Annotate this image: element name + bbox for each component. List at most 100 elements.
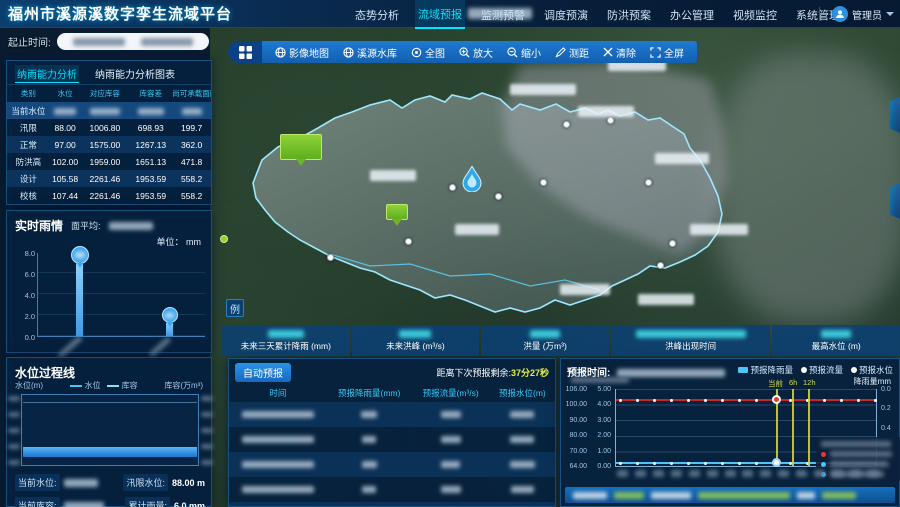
globe-icon — [275, 47, 286, 58]
station-marker[interactable] — [449, 184, 456, 191]
station-marker[interactable] — [607, 117, 614, 124]
table-row — [229, 452, 555, 477]
stat-card-max-level[interactable]: 最高水位 (m) — [772, 325, 900, 356]
pencil-icon — [555, 47, 566, 58]
station-marker[interactable] — [495, 193, 502, 200]
area-average-label: 面平均: — [71, 219, 101, 232]
stat-value-blur — [636, 330, 746, 338]
y-tick: 80.00 — [563, 432, 587, 439]
capacity-header-row: 类别 水位 对应库容 库容差 尚可承载面雨量 — [7, 85, 211, 102]
y-right-axis-label: 库容(万m³) — [164, 380, 203, 391]
full-extent-button[interactable]: 全图 — [404, 45, 452, 60]
table-row-current: 当前水位 — [7, 102, 211, 119]
forecast-status-bar — [565, 487, 895, 503]
chevron-down-icon — [886, 12, 894, 16]
globe-icon — [343, 47, 354, 58]
close-icon — [603, 47, 613, 57]
tab-capacity-chart[interactable]: 纳雨能力分析图表 — [93, 65, 177, 82]
map-toolbar: 影像地图 溪源水库 全图 放大 缩小 测距 — [228, 41, 697, 63]
nav-item-office[interactable]: 办公管理 — [667, 1, 717, 28]
area-average-value-blur — [109, 222, 153, 230]
rain-bar-2[interactable] — [166, 322, 173, 336]
stat-card-rain3d[interactable]: 未来三天累计降雨 (mm) — [222, 325, 350, 356]
water-level-process-panel: 水位过程线 水位(m) 水位 库容 库容(万m³) 当前水位: 汛限水位:88.… — [6, 357, 212, 507]
stat-card-flood-volume[interactable]: 洪量 (万m³) — [481, 325, 609, 356]
station-marker[interactable] — [540, 179, 547, 186]
apps-grid-icon[interactable] — [228, 41, 262, 63]
green-callout-marker[interactable] — [386, 204, 408, 220]
table-row — [229, 402, 555, 427]
capacity-table: 类别 水位 对应库容 库容差 尚可承载面雨量 当前水位 汛限 88.00 100… — [7, 85, 211, 204]
time-filter-label: 起止时间: — [8, 34, 51, 49]
measure-button[interactable]: 测距 — [548, 45, 596, 60]
user-menu[interactable]: 管理员 — [819, 0, 894, 28]
start-date-blur — [73, 38, 125, 46]
forecast-chart-panel: 预报时间: 预报降雨量 预报流量 预报水位 降雨量mm 106.00 100.0… — [560, 358, 900, 507]
station-marker[interactable] — [657, 262, 664, 269]
reservoir-drop-marker[interactable] — [462, 166, 482, 197]
station-marker[interactable] — [645, 179, 652, 186]
y-tick: 3.00 — [593, 417, 611, 424]
map-label-blur — [455, 224, 499, 235]
y-tick: 0.2 — [881, 405, 891, 412]
stat-card-peak-time[interactable]: 洪峰出现时间 — [611, 325, 771, 356]
forecast-stat-cards: 未来三天累计降雨 (mm) 未来洪峰 (m³/s) 洪量 (万m³) 洪峰出现时… — [222, 325, 900, 356]
nav-item-video[interactable]: 视频监控 — [730, 1, 780, 28]
clear-button[interactable]: 清除 — [596, 45, 643, 60]
zoom-out-button[interactable]: 缩小 — [500, 45, 548, 60]
date-range-input[interactable] — [57, 33, 209, 50]
fullscreen-button[interactable]: 全屏 — [643, 45, 691, 60]
y-tick: 90.00 — [563, 417, 587, 424]
table-row — [229, 502, 555, 507]
flow-series-dots — [619, 399, 622, 402]
auto-forecast-button[interactable]: 自动预报 — [235, 363, 291, 382]
unit-label: 单位： mm — [157, 235, 202, 248]
forecast-line-chart[interactable]: 当前 6h 12h — [615, 389, 877, 467]
app-root: 例 福州市溪源溪数字孪生流域平台 态势分析 流域预报 监测预警 调度预演 防洪预… — [0, 0, 900, 507]
green-callout-marker[interactable] — [280, 134, 322, 160]
stat-card-peak-flow[interactable]: 未来洪峰 (m³/s) — [352, 325, 480, 356]
y-tick: 5.00 — [593, 386, 611, 393]
table-row: 设计 105.58 2261.46 1953.59 558.2 — [7, 170, 211, 187]
table-row: 校核 107.44 2261.46 1953.59 558.2 — [7, 187, 211, 204]
station-marker[interactable] — [405, 238, 412, 245]
end-date-blur — [141, 38, 193, 46]
y-tick: 4.00 — [593, 401, 611, 408]
next-forecast-countdown: 距离下次预报剩余:37分27秒 — [436, 366, 549, 379]
map-label-blur — [655, 153, 709, 164]
zoom-in-button[interactable]: 放大 — [452, 45, 500, 60]
imagery-map-button[interactable]: 影像地图 — [268, 45, 336, 60]
x-axis-labels — [617, 470, 879, 477]
panel-title: 水位过程线 — [15, 366, 75, 380]
stage-chart — [21, 394, 199, 466]
y-tick: 6.0 — [13, 270, 35, 279]
page-title: 福州市溪源溪数字孪生流域平台 — [8, 3, 232, 24]
tab-capacity-analysis[interactable]: 纳雨能力分析 — [15, 65, 79, 82]
nav-item-dispatch-rehearsal[interactable]: 调度预演 — [541, 1, 591, 28]
station-marker[interactable] — [563, 121, 570, 128]
y-tick: 2.0 — [13, 312, 35, 321]
rain-bar-1[interactable] — [76, 263, 83, 336]
main-nav: 态势分析 流域预报 监测预警 调度预演 防洪预案 办公管理 视频监控 系统管理 — [352, 0, 843, 28]
fullscreen-icon — [650, 47, 661, 58]
nav-item-flood-plan[interactable]: 防洪预案 — [604, 1, 654, 28]
marker-line-12h: 12h — [808, 389, 810, 466]
rain-capacity-panel: 纳雨能力分析 纳雨能力分析图表 类别 水位 对应库容 库容差 尚可承载面雨量 当… — [6, 60, 212, 205]
y-tick: 64.00 — [563, 463, 587, 470]
map-label-blur — [578, 106, 634, 117]
map-legend-button[interactable]: 例 — [226, 299, 244, 317]
realtime-rain-panel: 实时雨情 面平均: 单位： mm 8.0 6.0 4.0 2.0 0.0 — [6, 210, 212, 353]
nav-item-basin-forecast[interactable]: 流域预报 — [415, 0, 465, 29]
map-label-blur — [370, 170, 416, 181]
storage-band — [23, 447, 197, 457]
map-label-blur — [638, 294, 694, 305]
nav-item-situation[interactable]: 态势分析 — [352, 1, 402, 28]
x-label-blur — [148, 336, 171, 358]
xiyuan-reservoir-button[interactable]: 溪源水库 — [336, 45, 404, 60]
green-dot-marker[interactable] — [220, 235, 228, 243]
nav-item-monitor-warning[interactable]: 监测预警 — [478, 1, 528, 28]
stage-stats: 当前水位: 汛限水位:88.00 m 当前库容: 累计雨量:6.0 mm — [15, 474, 205, 507]
station-marker[interactable] — [669, 240, 676, 247]
station-marker[interactable] — [327, 254, 334, 261]
y-tick: 0.0 — [881, 386, 891, 393]
